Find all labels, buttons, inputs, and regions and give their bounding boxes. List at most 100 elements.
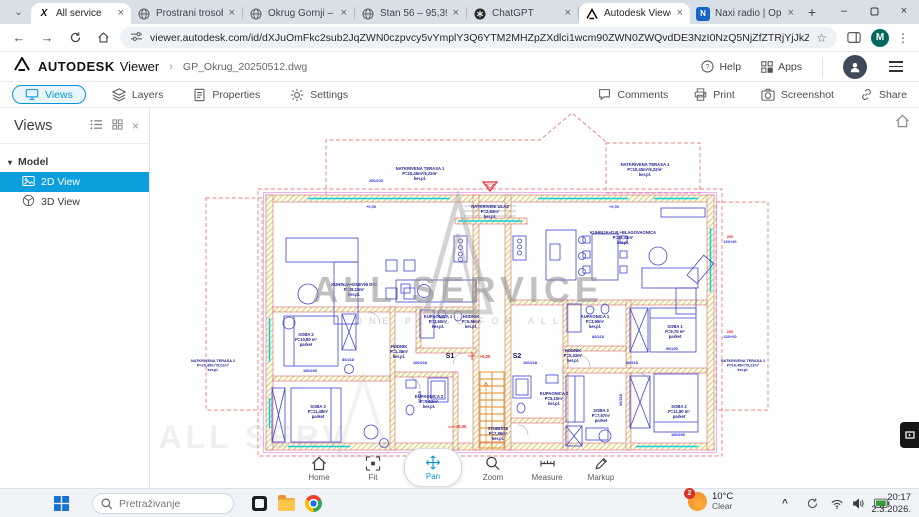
taskbar-clock[interactable]: 20:17 2.3.2026.	[871, 492, 911, 516]
globe-icon	[137, 7, 151, 21]
start-button[interactable]	[54, 489, 69, 517]
plan-label: SOBA 1P=9,75 m²parket	[665, 324, 685, 339]
profile-avatar[interactable]: M	[871, 29, 889, 47]
views-panel: Views × ▾ Model 2D View 3D View	[0, 108, 150, 488]
share-button[interactable]: Share	[860, 88, 907, 101]
site-settings-icon[interactable]	[130, 30, 143, 46]
speaker-icon[interactable]	[852, 489, 865, 517]
plan-label: 220+20	[723, 239, 736, 244]
apps-button[interactable]: Apps	[761, 61, 802, 73]
user-avatar[interactable]	[843, 55, 867, 79]
plan-label: HODNIKP=1,38m²ker.pl.	[390, 344, 409, 359]
browser-tab-all-service[interactable]: X All service ×	[31, 3, 131, 24]
3d-view-icon	[22, 194, 35, 210]
side-tray-button[interactable]	[900, 422, 919, 448]
caret-down-icon[interactable]: ▾	[8, 158, 12, 167]
home-button[interactable]	[92, 27, 114, 49]
floorplan-drawing[interactable]: NATKRIVENA TERASA 1P=10,45m²/5,22m²ker.p…	[158, 110, 770, 462]
close-button[interactable]: ×	[889, 0, 919, 22]
plan-label: KUPAONICA 1P=3,90m²ker.pl.	[581, 314, 610, 329]
browser-tab-naxi[interactable]: N Naxi radio | Opusti s... ×	[690, 3, 801, 24]
tab-close-icon[interactable]: ×	[340, 8, 348, 19]
menu-icon[interactable]	[887, 59, 905, 74]
tab-close-icon[interactable]: ×	[564, 8, 572, 19]
tree-item-3d-view[interactable]: 3D View	[0, 192, 149, 212]
tab-layers[interactable]: Layers	[112, 88, 164, 102]
plan-label: 100/218	[413, 360, 428, 365]
tray-chevron-icon[interactable]: ^	[782, 489, 788, 517]
browser-tab-chatgpt[interactable]: ChatGPT ×	[467, 3, 578, 24]
clock-date: 2.3.2026.	[871, 504, 911, 516]
viewer-header: AUTODESK Viewer › GP_Okrug_20250512.dwg …	[0, 52, 919, 82]
close-panel-icon[interactable]: ×	[132, 119, 139, 133]
list-view-icon[interactable]	[90, 118, 103, 134]
globe-icon	[249, 7, 263, 21]
breadcrumb-filename: GP_Okrug_20250512.dwg	[183, 61, 307, 73]
browser-tab[interactable]: Prostrani trosoban s... ×	[131, 3, 242, 24]
sync-icon[interactable]	[806, 489, 819, 517]
side-panel-icon[interactable]	[843, 27, 865, 49]
back-button[interactable]: ←	[8, 27, 30, 49]
file-explorer-button[interactable]	[278, 489, 295, 517]
weather-widget[interactable]: 2 10°C Clear	[688, 491, 733, 512]
plan-label: 80/218	[342, 357, 355, 362]
maximize-button[interactable]	[859, 0, 889, 22]
tool-home[interactable]: Home	[296, 456, 342, 487]
tab-close-icon[interactable]: ×	[676, 8, 684, 19]
browser-tab[interactable]: Stan 56 – 95,39 m², o... ×	[355, 3, 466, 24]
notification-badge: 2	[684, 488, 695, 499]
chrome-button[interactable]	[305, 489, 322, 517]
header-divider	[822, 57, 823, 77]
tab-close-icon[interactable]: ×	[228, 8, 236, 19]
new-tab-button[interactable]: +	[801, 1, 823, 23]
wifi-icon[interactable]	[830, 489, 844, 517]
comments-button[interactable]: Comments	[598, 88, 668, 101]
tab-close-icon[interactable]: ×	[787, 8, 795, 19]
screenshot-button[interactable]: Screenshot	[761, 88, 834, 101]
window-controls: – ×	[829, 0, 919, 22]
tool-fit[interactable]: Fit	[350, 456, 396, 487]
x-logo-icon: X	[37, 7, 51, 21]
brand-product: Viewer	[120, 59, 160, 74]
forward-button[interactable]: →	[36, 27, 58, 49]
browser-menu-icon[interactable]: ⋮	[895, 31, 911, 45]
tab-close-icon[interactable]: ×	[452, 8, 460, 19]
tab-search-icon[interactable]: ⌄	[10, 4, 27, 21]
plan-label: KUHINJA+D.B.+BLAGOVAONICAP=33,33m²ker.pl…	[590, 230, 656, 245]
url-bar[interactable]: viewer.autodesk.com/id/dXJuOmFkc2sub2JqZ…	[120, 27, 837, 48]
search-input[interactable]	[119, 494, 227, 513]
plan-label: 90/218	[417, 390, 422, 403]
tab-settings[interactable]: Settings	[290, 88, 348, 102]
task-view-button[interactable]	[252, 489, 267, 517]
view-home-icon[interactable]	[895, 114, 910, 133]
plan-label: 80/218	[626, 360, 639, 365]
url-text[interactable]: viewer.autodesk.com/id/dXJuOmFkc2sub2JqZ…	[150, 32, 809, 44]
minimize-button[interactable]: –	[829, 0, 859, 22]
brand-name: AUTODESK	[38, 59, 115, 74]
browser-navbar: ← → viewer.autodesk.com/id/dXJuOmFkc2sub…	[0, 24, 919, 52]
tool-markup[interactable]: Markup	[578, 456, 624, 487]
chatgpt-icon	[473, 7, 487, 21]
browser-tab[interactable]: Okrug Gornji – troso... ×	[243, 3, 354, 24]
plan-label: +0,00	[609, 204, 619, 209]
tree-node-model[interactable]: ▾ Model	[0, 152, 149, 172]
tab-close-icon[interactable]: ×	[117, 8, 125, 19]
naxi-icon: N	[696, 7, 710, 21]
grid-view-icon[interactable]	[112, 118, 123, 134]
tree-item-2d-view[interactable]: 2D View	[0, 172, 149, 192]
taskbar-search[interactable]	[92, 493, 234, 514]
tool-measure[interactable]: Measure	[524, 456, 570, 487]
tool-zoom[interactable]: Zoom	[470, 456, 516, 487]
windows-taskbar: 2 10°C Clear ^ 20:17 2.3.2026.	[0, 488, 919, 517]
tab-views[interactable]: Views	[12, 85, 86, 104]
tool-pan[interactable]: Pan	[404, 448, 462, 487]
print-button[interactable]: Print	[694, 88, 735, 101]
plan-label: NATKRIVENA TERASA 2P=10,45m²/5,22m²ker.p…	[721, 359, 765, 372]
reload-button[interactable]	[64, 27, 86, 49]
tab-properties[interactable]: Properties	[193, 88, 260, 102]
plan-label: NATKRIVENA TERASA 1P=10,45m²/5,22m²ker.p…	[621, 162, 670, 177]
drawing-canvas[interactable]: NATKRIVENA TERASA 1P=10,45m²/5,22m²ker.p…	[150, 108, 919, 488]
help-button[interactable]: ? Help	[701, 60, 741, 73]
bookmark-star-icon[interactable]: ☆	[816, 31, 827, 45]
browser-tab-autodesk-viewer[interactable]: Autodesk Viewer | Fr... ×	[579, 3, 690, 24]
